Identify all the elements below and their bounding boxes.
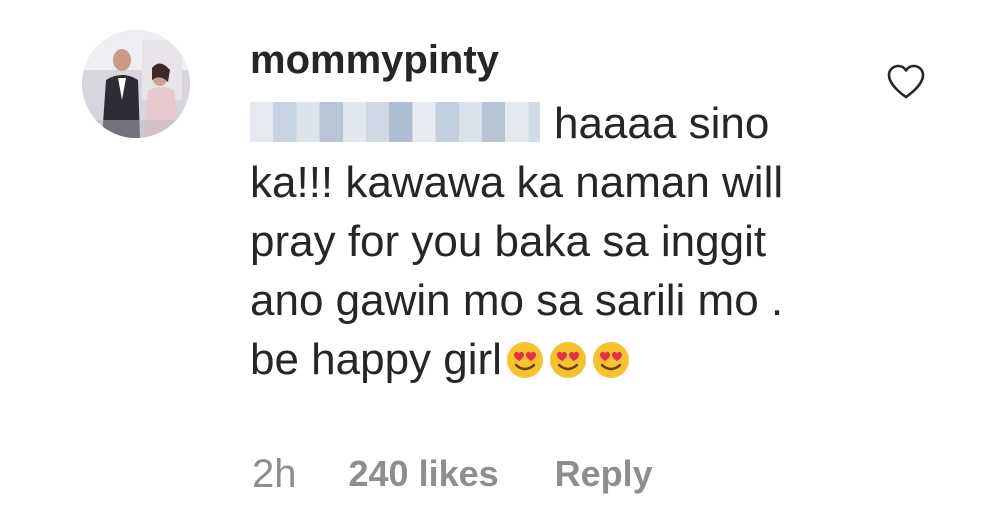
comment: mommypinty haaaa sino ka!!! kawawa ka na… [0, 0, 1000, 521]
avatar[interactable] [82, 30, 190, 138]
timestamp[interactable]: 2h [252, 450, 297, 498]
comment-meta: 2h 240 likes Reply [252, 450, 653, 498]
likes-count[interactable]: 240 likes [349, 450, 499, 498]
blurred-mention[interactable] [250, 102, 540, 142]
heart-eyes-emoji [591, 336, 631, 378]
comment-body: mommypinty haaaa sino ka!!! kawawa ka na… [250, 36, 850, 389]
heart-eyes-emoji [505, 336, 545, 378]
reply-button[interactable]: Reply [555, 450, 653, 498]
comment-text: haaaa sino ka!!! kawawa ka naman will pr… [250, 94, 840, 389]
username[interactable]: mommypinty [250, 36, 850, 84]
heart-outline-icon[interactable] [886, 64, 926, 100]
heart-eyes-emoji [548, 336, 588, 378]
